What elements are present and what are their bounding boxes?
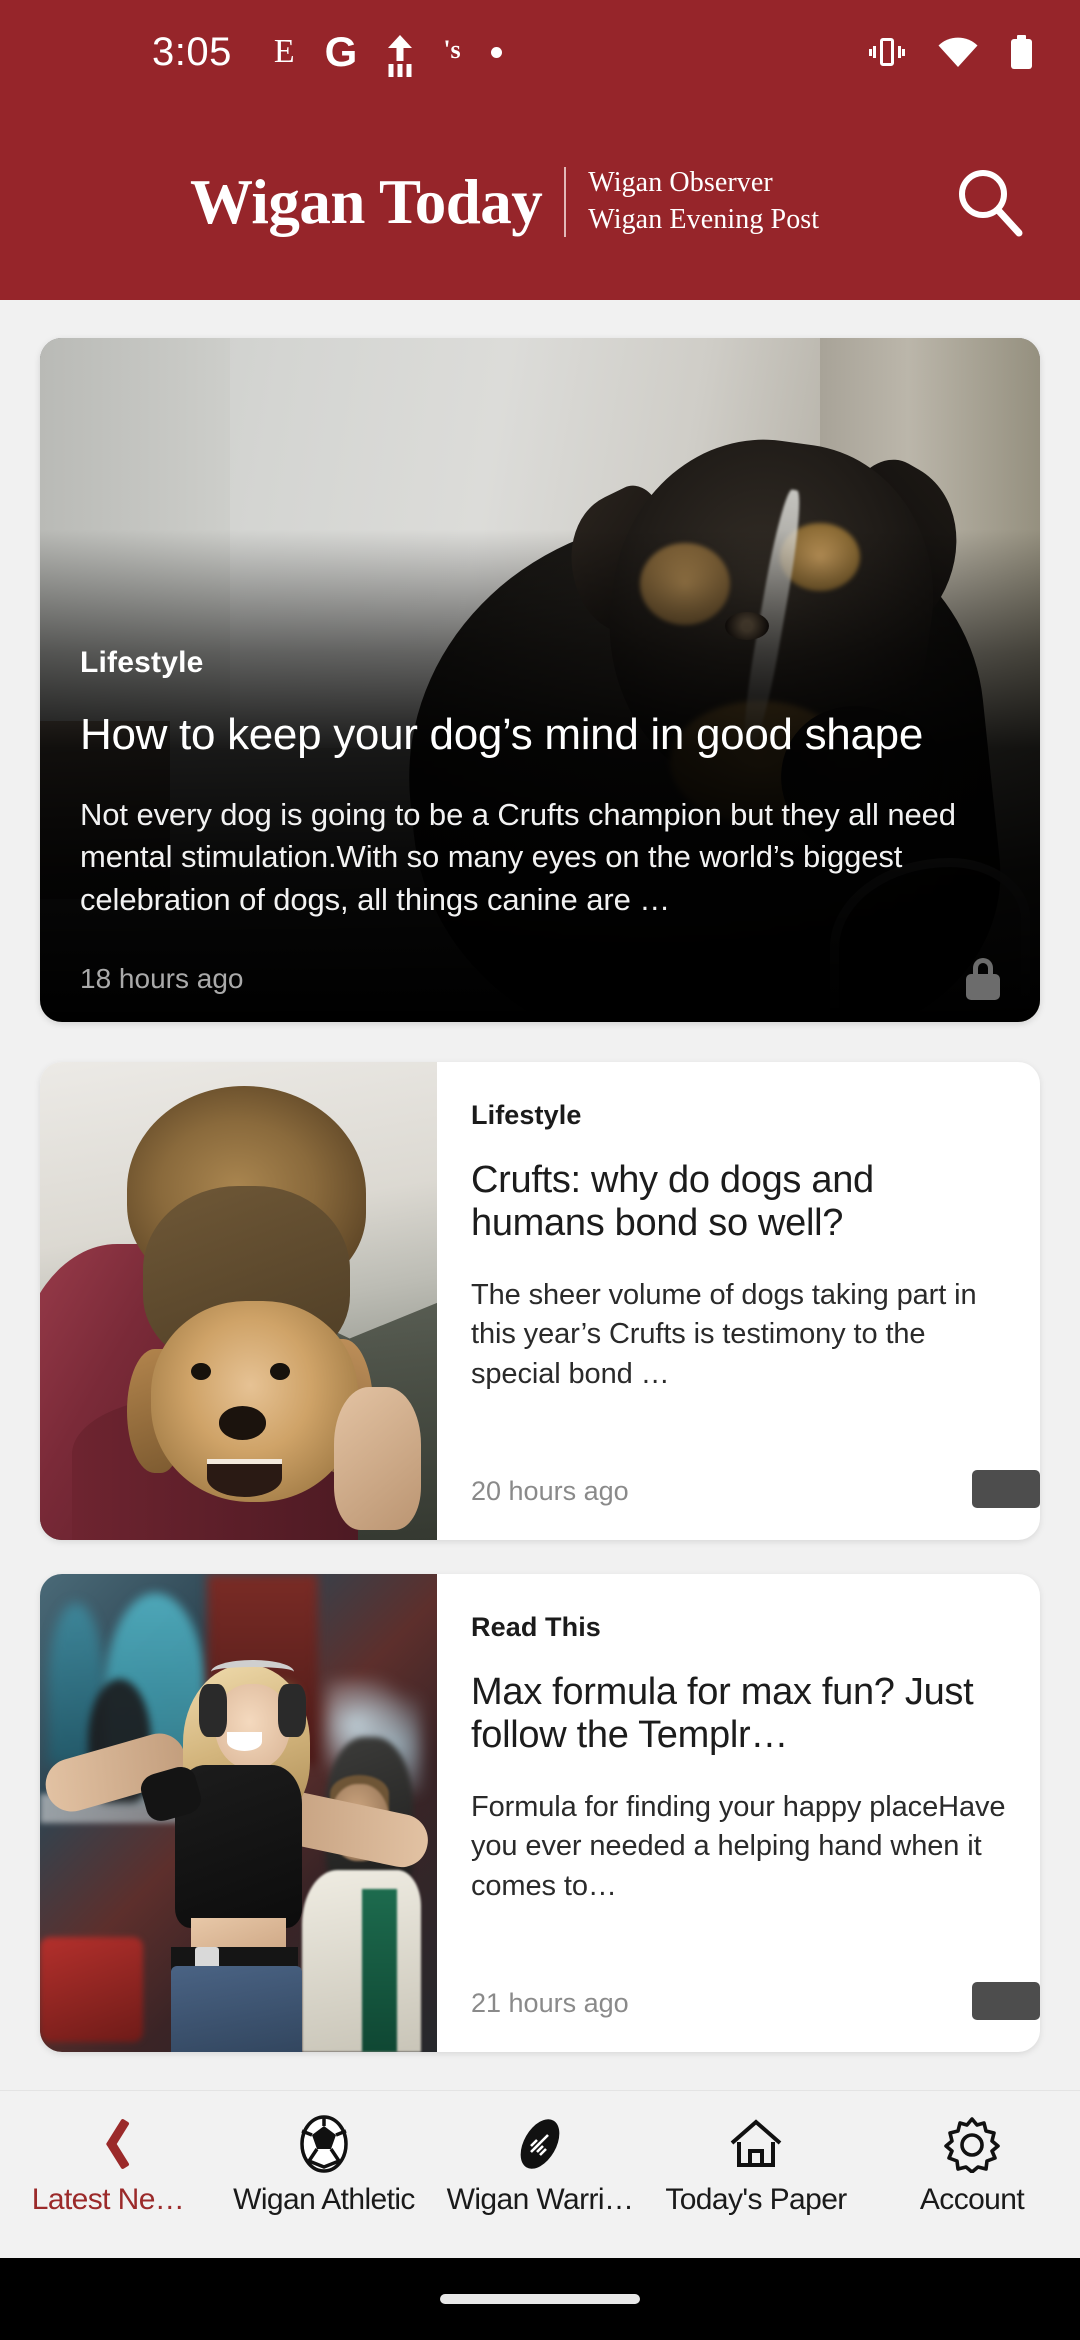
sainsburys-icon: 's xyxy=(443,35,461,64)
chevron-left-icon xyxy=(91,2113,125,2175)
soccer-ball-icon xyxy=(295,2113,353,2175)
vibrate-icon xyxy=(869,34,905,70)
app-screen: 3:05 E G 's Wigan Today Wigan Observer W… xyxy=(0,0,1080,2340)
search-button[interactable] xyxy=(950,163,1028,241)
lock-icon xyxy=(972,1982,1040,2024)
app-header: Wigan Today Wigan Observer Wigan Evening… xyxy=(0,104,1080,300)
wifi-icon xyxy=(937,36,979,68)
article-card[interactable]: Read This Max formula for max fun? Just … xyxy=(40,1574,1040,2052)
nav-item-wigan-athletic[interactable]: Wigan Athletic xyxy=(216,2091,432,2217)
status-bar: 3:05 E G 's xyxy=(0,0,1080,104)
nav-label-wigan-athletic: Wigan Athletic xyxy=(233,2183,415,2216)
article-title: Max formula for max fun? Just follow the… xyxy=(471,1671,974,1757)
lock-icon xyxy=(966,958,1000,1000)
article-thumbnail xyxy=(40,1574,437,2052)
email-icon: E xyxy=(273,33,295,70)
nav-label-latest-news: Latest Ne… xyxy=(31,2183,185,2216)
masthead-subtitle: Wigan Observer Wigan Evening Post xyxy=(588,165,819,239)
hero-article-title: How to keep your dog’s mind in good shap… xyxy=(80,710,923,760)
hero-article-content: Lifestyle How to keep your dog’s mind in… xyxy=(80,646,1000,1022)
article-excerpt: The sheer volume of dogs taking part in … xyxy=(471,1278,977,1390)
status-bar-system-icons xyxy=(869,34,1032,70)
nav-item-todays-paper[interactable]: Today's Paper xyxy=(648,2091,864,2217)
article-card-body: Lifestyle Crufts: why do dogs and humans… xyxy=(437,1062,1040,1540)
bottom-navigation-bar[interactable]: Latest Ne… Wigan Athletic Wigan Warri… T… xyxy=(0,2090,1080,2258)
masthead[interactable]: Wigan Today Wigan Observer Wigan Evening… xyxy=(190,165,819,239)
upload-icon xyxy=(387,35,413,69)
article-title: Crufts: why do dogs and humans bond so w… xyxy=(471,1159,874,1245)
hero-article-excerpt: Not every dog is going to be a Crufts ch… xyxy=(80,796,956,918)
article-thumbnail xyxy=(40,1062,437,1540)
nav-label-todays-paper: Today's Paper xyxy=(665,2183,847,2216)
masthead-subtitle-line-1: Wigan Observer xyxy=(588,167,773,199)
nav-item-latest-news[interactable]: Latest Ne… xyxy=(0,2091,216,2217)
hero-article-kicker: Lifestyle xyxy=(80,646,204,680)
article-card-footer: 20 hours ago xyxy=(471,1470,1040,1540)
gear-icon xyxy=(943,2113,1001,2175)
google-icon: G xyxy=(324,28,358,75)
system-gesture-bar xyxy=(0,2258,1080,2340)
nav-label-wigan-warriors: Wigan Warri… xyxy=(446,2183,634,2216)
home-indicator[interactable] xyxy=(440,2294,640,2304)
article-excerpt: Formula for finding your happy placeHave… xyxy=(471,1790,1006,1902)
status-bar-clock: 3:05 xyxy=(152,29,232,74)
article-card[interactable]: Lifestyle Crufts: why do dogs and humans… xyxy=(40,1062,1040,1540)
battery-icon xyxy=(1011,35,1032,69)
article-card-body: Read This Max formula for max fun? Just … xyxy=(437,1574,1040,2052)
dot-icon xyxy=(490,46,502,58)
nav-item-account[interactable]: Account xyxy=(864,2091,1080,2217)
article-card-footer: 21 hours ago xyxy=(471,1982,1040,2052)
nav-item-wigan-warriors[interactable]: Wigan Warri… xyxy=(432,2091,648,2217)
masthead-subtitle-line-2: Wigan Evening Post xyxy=(588,204,820,235)
hero-article-card[interactable]: Lifestyle How to keep your dog’s mind in… xyxy=(40,338,1040,1022)
brand-title: Wigan Today xyxy=(190,166,543,237)
article-kicker: Lifestyle xyxy=(471,1100,582,1130)
search-icon xyxy=(952,165,1026,239)
hero-article-footer: 18 hours ago xyxy=(80,958,1000,1022)
hero-article-timestamp: 18 hours ago xyxy=(80,963,244,994)
article-kicker: Read This xyxy=(471,1612,601,1642)
article-feed[interactable]: Lifestyle How to keep your dog’s mind in… xyxy=(0,300,1080,2150)
nav-label-account: Account xyxy=(919,2183,1025,2216)
masthead-divider xyxy=(564,167,567,237)
status-bar-notification-icons: E G 's xyxy=(274,31,502,73)
article-timestamp: 20 hours ago xyxy=(471,1475,629,1506)
rugby-ball-icon xyxy=(511,2113,569,2175)
lock-icon xyxy=(972,1470,1040,1512)
home-icon xyxy=(727,2113,785,2175)
article-timestamp: 21 hours ago xyxy=(471,1987,629,2018)
